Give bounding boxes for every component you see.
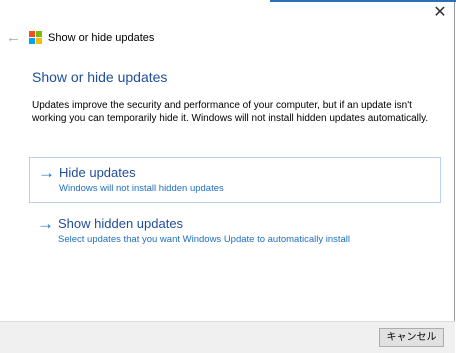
show-hidden-updates-option[interactable]: → Show hidden updates Select updates tha… [29,209,441,255]
option-title: Show hidden updates [58,216,184,231]
windows-logo-icon [29,31,42,44]
arrow-right-icon: → [37,214,54,233]
window-title: Show or hide updates [48,32,155,44]
title-accent-bar [270,0,456,2]
hide-updates-option[interactable]: → Hide updates Windows will not install … [29,157,441,203]
back-arrow-icon[interactable]: ← [6,30,21,45]
option-subtitle: Select updates that you want Windows Upd… [58,234,351,245]
close-icon[interactable]: ✕ [432,5,448,21]
description-text: Updates improve the security and perform… [32,100,429,124]
page-title: Show or hide updates [32,69,168,85]
option-subtitle: Windows will not install hidden updates [59,183,224,194]
dialog-window: ✕ ← Show or hide updates Show or hide up… [0,0,456,353]
dialog-footer: キャンセル [0,321,455,353]
option-title: Hide updates [59,165,136,180]
arrow-right-icon: → [38,163,55,182]
cancel-button[interactable]: キャンセル [379,328,444,347]
